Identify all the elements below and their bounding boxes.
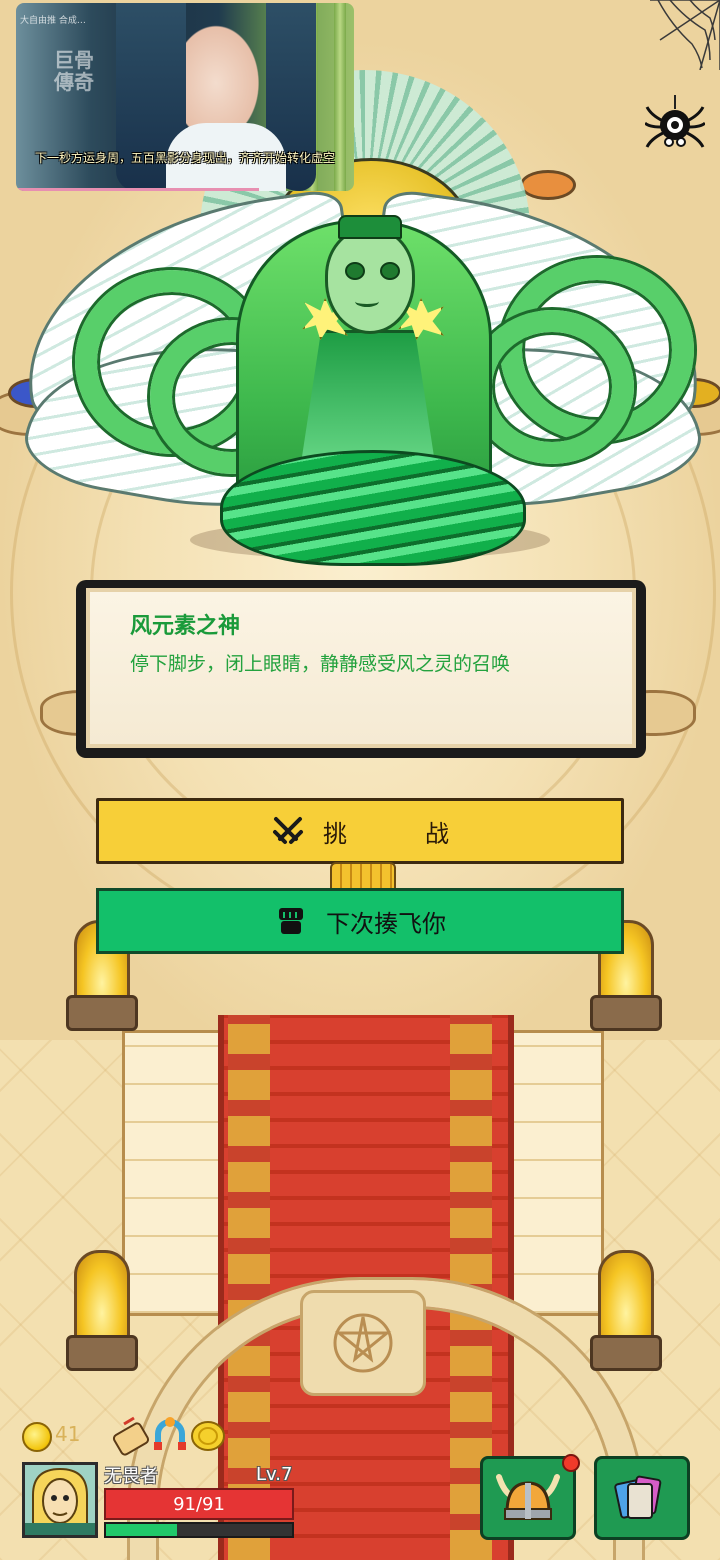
challenge-label: 挑 战 xyxy=(323,814,449,849)
boss-tiara xyxy=(338,215,402,239)
left-wall xyxy=(122,1030,228,1316)
crossed-swords-icon xyxy=(273,817,303,844)
hp-value: 91/91 xyxy=(173,1493,225,1515)
lamp-base xyxy=(590,995,662,1031)
lamp-base xyxy=(66,1335,138,1371)
boss-eye-right xyxy=(380,262,400,280)
boss-mouth xyxy=(355,296,379,307)
lamp-base xyxy=(66,995,138,1031)
video-progress-bar xyxy=(16,188,260,191)
challenge-label-char-1: 挑 xyxy=(323,819,347,848)
cards-icon xyxy=(614,1475,662,1519)
fist-icon xyxy=(279,908,303,934)
wind-tendril xyxy=(470,310,634,464)
video-subtitle: 下一秒方运身周，五百黑影分身现出，齐齐开始转化虚空 xyxy=(34,151,335,165)
notification-badge xyxy=(562,1454,580,1472)
spider-icon[interactable] xyxy=(645,95,705,155)
gold-coin-icon xyxy=(22,1422,52,1452)
xp-bar xyxy=(104,1522,294,1538)
pot-orange xyxy=(520,170,576,200)
gold-coin-icon xyxy=(191,1421,225,1451)
coin-count: 41 xyxy=(55,1422,81,1446)
pentagram-keystone xyxy=(300,1290,426,1396)
boss-face xyxy=(325,228,415,334)
challenge-label-char-2: 战 xyxy=(425,819,449,848)
hp-bar: 91/91 xyxy=(104,1488,294,1520)
escape-button[interactable]: 下次揍飞你 xyxy=(96,888,624,954)
player-level: Lv.7 xyxy=(256,1464,293,1485)
magnet-icon xyxy=(154,1417,186,1450)
scroll-icon xyxy=(112,1416,150,1456)
lamp-base xyxy=(590,1335,662,1371)
boss-eye-left xyxy=(345,262,365,280)
video-logo: 巨骨 傳奇 xyxy=(54,48,94,94)
escape-label: 下次揍飞你 xyxy=(326,909,446,938)
viking-helmet-icon xyxy=(496,1474,560,1520)
boss-name: 风元素之神 xyxy=(130,614,241,639)
cobweb-icon xyxy=(650,0,720,70)
boss-dialog-line: 停下脚步，闭上眼睛，静静感受风之灵的召唤 xyxy=(130,653,511,675)
video-watermark: 大自由推 合成… xyxy=(20,16,86,26)
video-ad-overlay[interactable]: 大自由推 合成… 巨骨 傳奇 下一秒方运身周，五百黑影分身现出，齐齐开始转化虚空 xyxy=(16,3,354,191)
player-name: 无畏者 xyxy=(104,1466,158,1487)
cards-button[interactable] xyxy=(594,1456,690,1540)
inventory-items[interactable] xyxy=(112,1412,232,1458)
boss-wind-skirt xyxy=(220,450,526,566)
player-avatar[interactable] xyxy=(22,1462,98,1538)
xp-bar-fill xyxy=(106,1524,177,1536)
challenge-button[interactable]: 挑 战 xyxy=(96,798,624,864)
equipment-button[interactable] xyxy=(480,1456,576,1540)
